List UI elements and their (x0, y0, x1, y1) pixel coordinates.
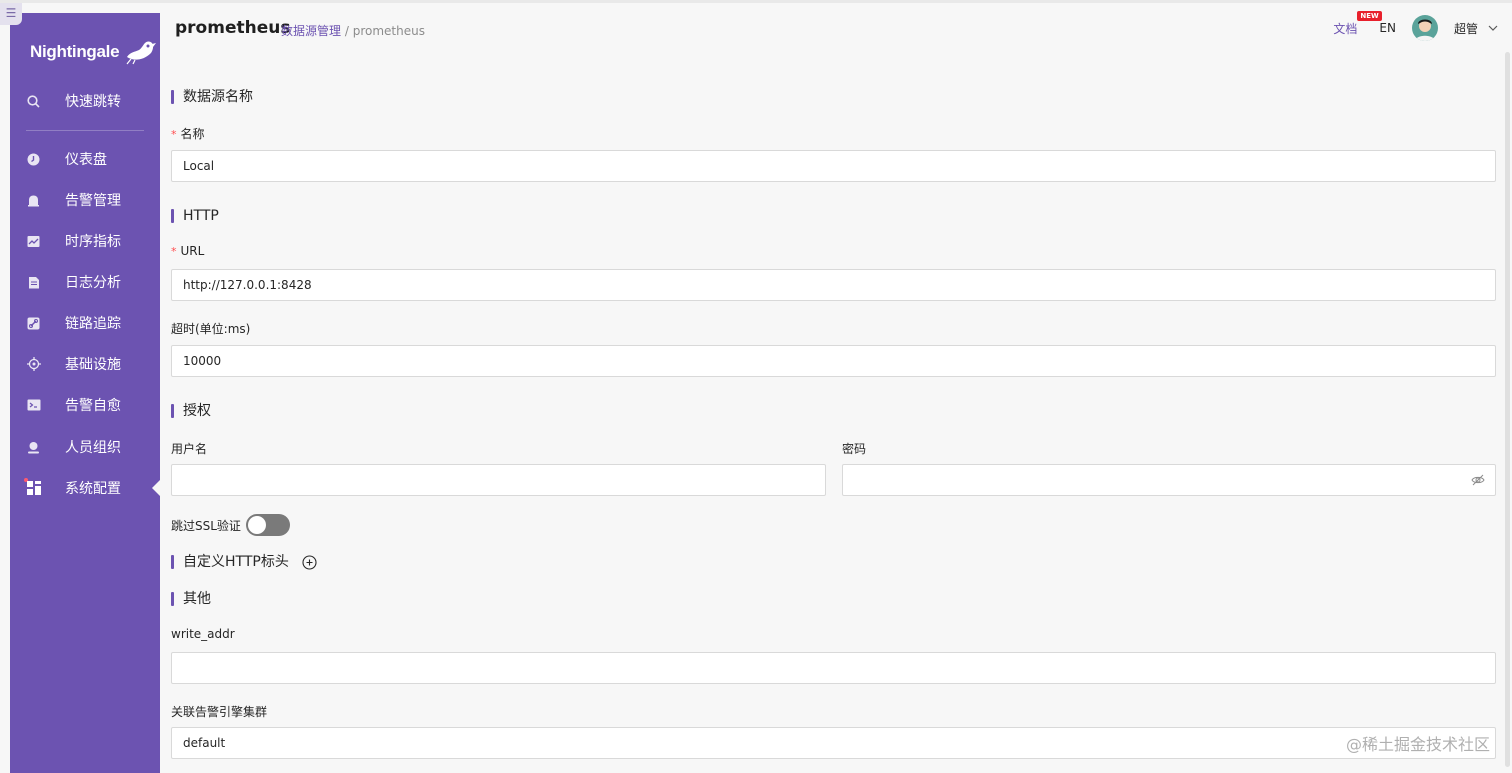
sidebar-item-quick-jump[interactable]: 快速跳转 (10, 85, 160, 117)
url-label-text: URL (180, 244, 205, 258)
sidebar-item-label: 日志分析 (65, 275, 121, 291)
timeout-label: 超时(单位:ms) (171, 322, 251, 336)
language-switch[interactable]: EN (1379, 21, 1396, 35)
sidebar-item-people[interactable]: 人员组织 (10, 431, 160, 463)
password-input[interactable] (842, 464, 1496, 496)
line-chart-icon (26, 234, 41, 249)
watermark: @稀土掘金技术社区 (1345, 735, 1490, 754)
terminal-icon (26, 398, 41, 413)
new-badge: NEW (1357, 10, 1382, 21)
sidebar-item-label: 快速跳转 (65, 94, 121, 110)
section-title-http: HTTP (171, 207, 219, 225)
password-field (842, 464, 1496, 496)
username-label: 用户名 (171, 442, 208, 456)
sidebar-item-system-config[interactable]: 系统配置 (10, 472, 161, 504)
url-input[interactable] (171, 269, 1496, 301)
add-header-plus-icon[interactable] (302, 555, 317, 570)
nightingale-bird-icon (126, 41, 157, 65)
docs-link[interactable]: 文档 NEW (1333, 10, 1382, 37)
avatar[interactable] (1411, 15, 1438, 41)
skip-ssl-label: 跳过SSL验证 (171, 519, 241, 533)
cluster-label: 关联告警引擎集群 (171, 705, 268, 719)
header-actions: 文档 NEW EN 超管 (1333, 10, 1498, 42)
docs-label: 文档 (1333, 21, 1358, 36)
name-field-label: * 名称 (171, 125, 205, 142)
sidebar-item-label: 基础设施 (65, 357, 121, 373)
sidebar-item-label: 告警自愈 (65, 398, 121, 414)
url-field-label: * URL (171, 244, 204, 258)
logo[interactable]: Nightingale (30, 37, 157, 67)
cluster-select[interactable] (171, 727, 1496, 759)
required-mark: * (171, 245, 177, 258)
name-label-text: 名称 (180, 127, 205, 141)
menu-toggle-icon[interactable]: ☰ (0, 3, 22, 25)
chevron-down-icon[interactable] (1488, 23, 1498, 33)
sidebar-item-alarm[interactable]: 告警管理 (10, 184, 160, 216)
sidebar-item-label: 时序指标 (65, 234, 121, 250)
section-title-other: 其他 (171, 590, 211, 608)
logo-text: Nightingale (30, 42, 120, 61)
alarm-bell-icon (26, 193, 41, 208)
crosshair-icon (26, 357, 41, 372)
scrollbar[interactable] (1505, 52, 1510, 767)
required-mark: * (171, 128, 177, 141)
trace-link-icon (26, 316, 41, 331)
search-icon (26, 94, 41, 109)
sidebar-item-label: 告警管理 (65, 193, 121, 209)
name-input[interactable] (171, 150, 1496, 182)
sidebar-divider (26, 130, 144, 131)
switch-knob (248, 516, 266, 534)
password-label: 密码 (842, 442, 867, 456)
sidebar-item-self-healing[interactable]: 告警自愈 (10, 389, 160, 421)
sidebar: Nightingale 快速跳转 仪表盘 告警管理 时序指标 日志分析 链路追踪… (10, 13, 161, 773)
top-border (0, 0, 1512, 3)
breadcrumb: 数据源管理 / prometheus (281, 22, 425, 39)
breadcrumb-separator: / (344, 24, 349, 38)
log-file-icon (26, 275, 41, 290)
grid-settings-icon (26, 481, 41, 496)
sidebar-item-label: 系统配置 (65, 481, 121, 497)
breadcrumb-current: prometheus (352, 24, 425, 38)
breadcrumb-link-datasource[interactable]: 数据源管理 (281, 24, 341, 38)
sidebar-item-dashboard[interactable]: 仪表盘 (10, 143, 160, 175)
eye-invisible-icon[interactable] (1471, 473, 1485, 487)
sidebar-item-label: 链路追踪 (65, 316, 121, 332)
username-input[interactable] (171, 464, 826, 496)
sidebar-item-infrastructure[interactable]: 基础设施 (10, 348, 160, 380)
section-title-auth: 授权 (171, 402, 211, 420)
sidebar-item-label: 人员组织 (65, 440, 121, 456)
section-title-datasource-name: 数据源名称 (171, 88, 253, 106)
sidebar-item-tracing[interactable]: 链路追踪 (10, 307, 160, 339)
sidebar-item-metrics[interactable]: 时序指标 (10, 225, 160, 257)
sidebar-item-label: 仪表盘 (65, 152, 107, 168)
page-title: prometheus (175, 18, 291, 38)
user-icon (26, 440, 41, 455)
username[interactable]: 超管 (1454, 20, 1478, 37)
timeout-input[interactable] (171, 345, 1496, 377)
write-addr-label: write_addr (171, 627, 235, 641)
write-addr-input[interactable] (171, 652, 1496, 684)
skip-ssl-switch[interactable] (246, 514, 290, 536)
active-notch (152, 479, 161, 497)
dashboard-icon (26, 152, 41, 167)
section-title-custom-headers: 自定义HTTP标头 (171, 553, 289, 571)
sidebar-item-logs[interactable]: 日志分析 (10, 266, 160, 298)
